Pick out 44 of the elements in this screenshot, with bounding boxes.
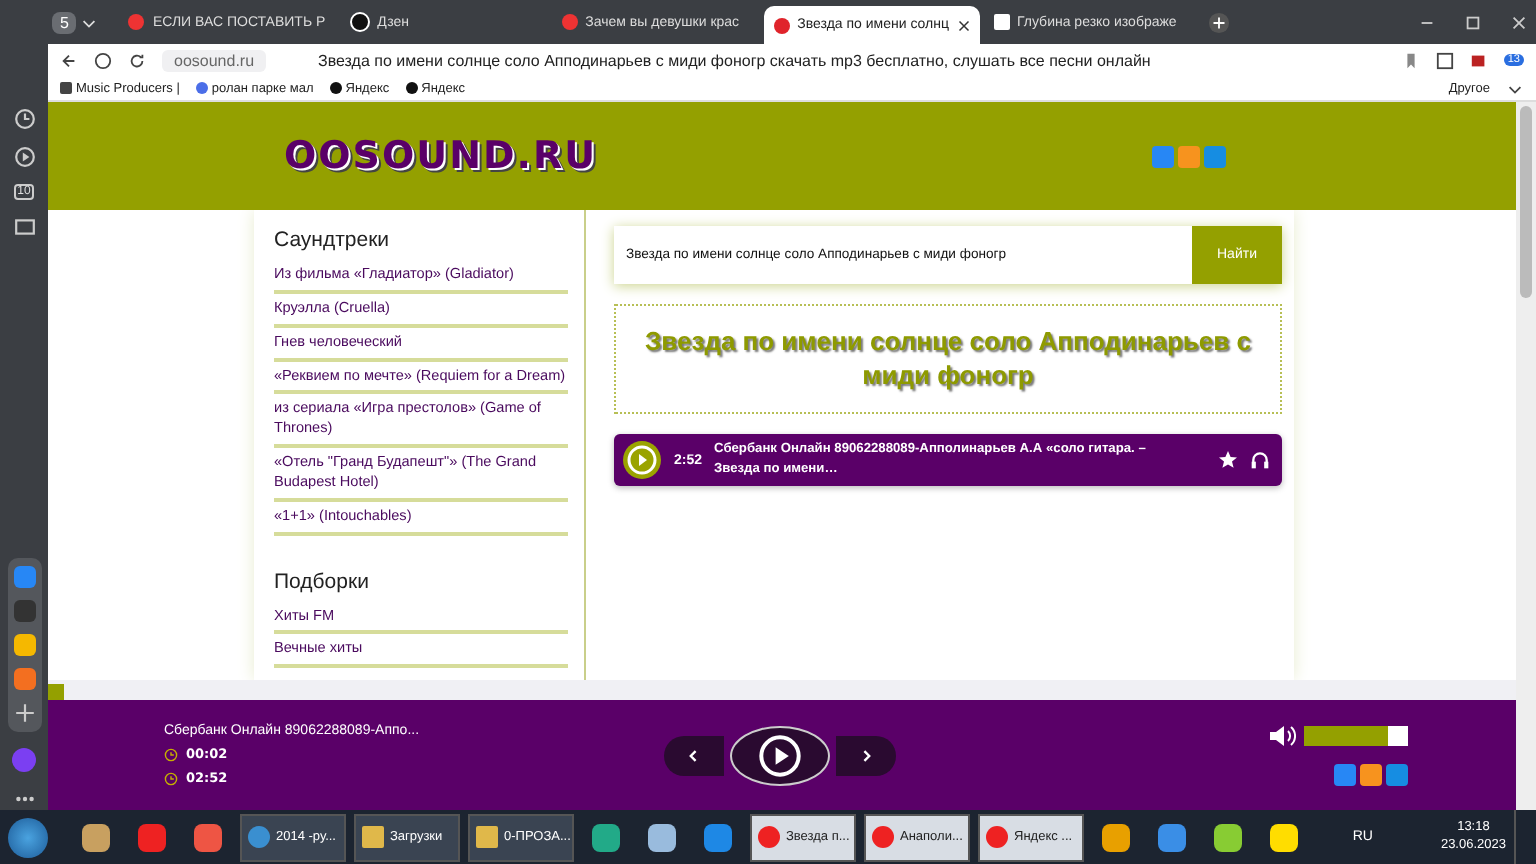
bookmark-icon[interactable] [1401, 51, 1420, 69]
social-icon[interactable] [1360, 764, 1382, 786]
profile-button[interactable]: 5 [52, 11, 77, 33]
app-icon[interactable] [1214, 823, 1242, 851]
favicon-icon [561, 14, 578, 30]
play-icon [758, 733, 802, 777]
clock-icon [164, 747, 178, 761]
volume-slider[interactable] [1304, 726, 1408, 746]
speaker-icon[interactable] [1268, 724, 1296, 748]
section-heading: Саундтреки [274, 228, 392, 252]
clock-icon[interactable] [13, 108, 35, 130]
app-icon[interactable] [1102, 823, 1130, 851]
address-field[interactable]: oosound.ru [162, 49, 267, 71]
app-icon[interactable] [592, 823, 620, 851]
headphones-icon[interactable] [1250, 450, 1270, 470]
site-logo[interactable]: OOSOUND.RU [284, 134, 1152, 178]
close-icon[interactable] [957, 19, 969, 31]
favicon-icon [128, 14, 145, 30]
clock-icon [164, 771, 178, 785]
play-button[interactable] [730, 725, 830, 785]
app-icon[interactable] [1270, 823, 1298, 851]
screen-icon[interactable] [13, 216, 35, 238]
progress-marker [48, 684, 64, 700]
play-icon[interactable] [13, 146, 35, 168]
start-button[interactable] [8, 817, 48, 857]
scrollbar-thumb[interactable] [1520, 106, 1532, 298]
play-icon[interactable] [622, 440, 662, 480]
maximize-icon[interactable] [1464, 13, 1482, 31]
reload-icon[interactable] [128, 51, 146, 69]
chevron-right-icon [858, 747, 874, 763]
star-icon[interactable] [1218, 450, 1238, 470]
section-heading: Подборки [274, 569, 371, 594]
page-title: Звезда по имени солнце соло Апподинарьев с миди фоногр скачать mp3 бесплатно, слушать все песни онлайн [318, 51, 1151, 69]
favicon-icon [993, 14, 1009, 30]
page-heading: Звезда по имени солнце соло Апподинарьев с миди фоногр [643, 325, 1253, 393]
social-icon[interactable] [1334, 764, 1356, 786]
favicon-icon [349, 12, 370, 32]
favicon-icon [773, 17, 790, 33]
chevron-left-icon [686, 747, 702, 763]
new-tab-icon[interactable] [1207, 11, 1229, 33]
social-icon[interactable] [1386, 764, 1408, 786]
back-icon[interactable] [60, 51, 78, 69]
extension-icon[interactable] [1469, 51, 1488, 69]
plus-icon[interactable] [13, 702, 35, 724]
